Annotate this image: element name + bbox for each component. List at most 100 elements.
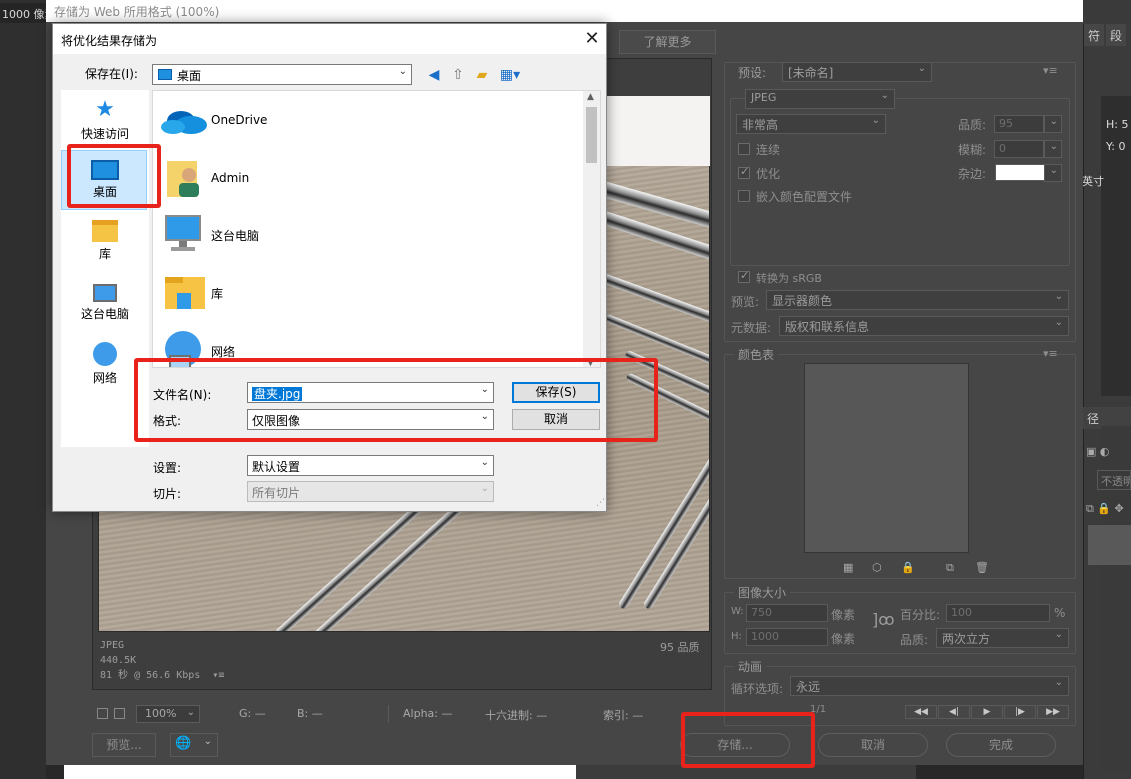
embed-profile-checkbox[interactable] [738,190,750,202]
back-icon[interactable]: ◀ [425,66,443,84]
place-libraries[interactable]: 库 [61,220,149,262]
ps-selected-layer[interactable] [1088,525,1131,565]
percent-sign: % [1054,606,1066,620]
ps-left-toolbar [0,0,46,779]
close-icon[interactable]: ✕ [581,28,603,50]
settings-select[interactable]: 默认设置 ⌄ [247,455,494,476]
done-button[interactable]: 完成 [946,733,1056,757]
slices-select[interactable]: 所有切片 ⌄ [247,481,494,502]
lock-color-icon[interactable]: 🔒 [901,561,915,574]
ps-panel-tab-paragraph[interactable]: 段 [1106,24,1127,46]
library-icon [92,220,118,242]
preview-button[interactable]: 预览... [92,733,156,757]
delete-color-icon[interactable]: 🗑 [975,561,989,574]
save-for-web-title: 存储为 Web 所用格式 (100%) [46,0,1083,22]
view-menu-icon[interactable]: ▦▾ [497,66,523,84]
ps-layer-kind-icon[interactable]: ▣ ◐ [1086,445,1110,458]
desktop-icon [158,69,172,80]
ps-y-value: 0 [1118,140,1126,153]
ps-opacity-field[interactable]: 不透明 [1097,470,1131,490]
save-in-label: 保存在(I): [85,67,138,81]
preset-menu-icon[interactable]: ▾≡ [1043,64,1058,77]
optimized-label: 优化 [756,167,781,181]
color-table[interactable] [804,363,969,553]
quality-input[interactable]: 95 [994,115,1044,133]
height-unit: 像素 [831,632,856,646]
list-item[interactable]: 这台电脑 [159,211,579,261]
loop-select[interactable]: 永远 ⌄ [790,676,1069,696]
download-menu-icon[interactable]: ▾≡ [212,670,224,681]
browser-icon: 🌐 [175,736,192,751]
animation-label: 动画 [734,658,767,675]
place-this-pc[interactable]: 这台电脑 [61,280,149,322]
b-label: B: [297,707,309,720]
matte-color-swatch[interactable] [995,164,1046,181]
zoom-level-select[interactable]: 100% ⌄ [136,705,200,723]
resize-grip-icon[interactable]: ⋰ [596,498,605,508]
map-transparent-icon[interactable]: ▦ [843,561,853,574]
hex-value: — [536,709,548,722]
file-format-select[interactable]: JPEG ⌄ [745,89,895,109]
alpha-label: Alpha: [403,707,438,720]
blur-label: 模糊: [958,143,987,157]
preview-mode-select[interactable]: 显示器颜色 ⌄ [766,290,1069,310]
browser-preview-button[interactable]: 🌐 ⌄ [170,733,218,757]
annotation-save-highlight [681,712,815,768]
list-item[interactable]: Admin [159,155,579,205]
progressive-checkbox[interactable] [738,143,750,155]
ps-panel-tab-character[interactable]: 符 [1084,24,1105,46]
learn-more-button[interactable]: 了解更多 [619,30,716,54]
ps-document-tab[interactable]: 1000 像素 [0,3,48,23]
preview-image-highlight [605,96,710,166]
image-size-label: 图像大小 [734,584,791,601]
width-input[interactable]: 750 [746,604,828,622]
resample-select[interactable]: 两次立方 ⌄ [936,628,1069,648]
convert-srgb-label: 转换为 sRGB [756,272,822,285]
blur-input[interactable]: 0 [994,140,1044,158]
zoom-tool-icon[interactable] [114,708,125,719]
metadata-select[interactable]: 版权和联系信息 ⌄ [779,316,1069,336]
scroll-thumb[interactable] [586,107,597,163]
star-icon: ★ [95,97,115,122]
convert-srgb-checkbox[interactable] [738,269,750,283]
link-proportions-icon[interactable]: ]ꝏ [872,610,895,629]
quality-level-select[interactable]: 非常高 ⌄ [736,114,886,134]
onedrive-icon [161,111,207,134]
color-table-menu-icon[interactable]: ▾≡ [1043,347,1058,360]
toggle-slices-icon[interactable] [97,708,108,719]
preset-label: 预设: [734,64,771,81]
next-frame-button[interactable]: |▶ [1004,705,1036,719]
scroll-up-icon[interactable]: ▲ [587,92,594,102]
matte-select[interactable]: ⌄ [1044,164,1062,182]
blur-slider-toggle[interactable]: ⌄ [1044,140,1062,158]
first-frame-button[interactable]: ◀◀ [905,705,937,719]
width-unit: 像素 [831,608,856,622]
place-quick-access[interactable]: ★ 快速访问 [61,98,149,142]
new-color-icon[interactable]: ⧉ [946,561,954,575]
ps-lock-icons[interactable]: ⧉ 🔒 ✥ [1086,502,1124,516]
cancel-button[interactable]: 取消 [818,733,928,757]
index-value: — [632,709,644,722]
list-item[interactable]: 库 [159,269,579,319]
quality-slider-toggle[interactable]: ⌄ [1044,115,1062,133]
preview-format: JPEG [100,640,125,651]
settings-label: 设置: [153,461,182,475]
preset-select[interactable]: [未命名] ⌄ [782,62,932,82]
prev-frame-button[interactable]: ◀| [938,705,970,719]
up-folder-icon[interactable]: ⇧ [449,66,467,84]
last-frame-button[interactable]: ▶▶ [1037,705,1069,719]
web-snap-icon[interactable]: ⬡ [872,561,882,574]
save-in-select[interactable]: 桌面 ⌄ [152,64,412,85]
file-list[interactable]: OneDrive Admin 这台电脑 库 网络 ▲ ▼ [152,90,601,368]
percent-input[interactable]: 100 [946,604,1050,622]
network-icon [93,342,117,366]
hex-label: 十六进制: [485,709,533,722]
play-button[interactable]: ▶ [971,705,1003,719]
list-scrollbar[interactable]: ▲ ▼ [583,91,600,367]
status-divider [388,705,389,723]
list-item[interactable]: OneDrive [159,97,579,147]
new-folder-icon[interactable]: ▰ [473,66,491,84]
alpha-value: — [441,707,453,720]
optimized-checkbox[interactable] [738,165,750,179]
height-input[interactable]: 1000 [746,628,828,646]
